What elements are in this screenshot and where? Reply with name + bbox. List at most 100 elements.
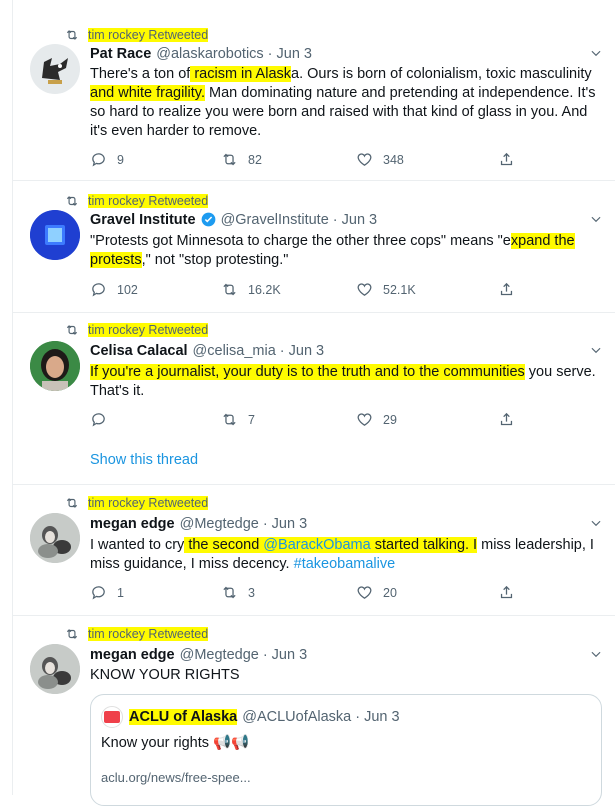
text-part: I wanted to cry bbox=[90, 537, 185, 553]
text-highlight: If you're a journalist, your duty is to … bbox=[90, 364, 525, 380]
mention-link[interactable]: @BarackObama bbox=[263, 537, 371, 553]
text-highlight: racism in Alask bbox=[190, 66, 292, 82]
display-name[interactable]: Pat Race bbox=[90, 46, 151, 62]
user-handle[interactable]: @celisa_mia bbox=[193, 343, 276, 359]
retweet-button[interactable]: 3 bbox=[221, 584, 255, 601]
tweet-celisa-calacal[interactable]: tim rockey Retweeted Celisa Calacal @cel… bbox=[13, 313, 615, 485]
text-part: "Protests got Minnesota to charge the ot… bbox=[90, 233, 511, 249]
display-name[interactable]: megan edge bbox=[90, 647, 175, 663]
retweet-count: 3 bbox=[248, 585, 255, 600]
timestamp[interactable]: Jun 3 bbox=[342, 212, 377, 228]
display-name[interactable]: Celisa Calacal bbox=[90, 343, 188, 359]
timestamp[interactable]: Jun 3 bbox=[277, 46, 312, 62]
tweet-pat-race[interactable]: tim rockey Retweeted Pat Race @alaskarob… bbox=[13, 12, 615, 181]
like-button[interactable]: 52.1K bbox=[356, 281, 416, 298]
user-handle[interactable]: @Megtedge bbox=[180, 516, 259, 532]
tweet-gravel-institute[interactable]: tim rockey Retweeted Gravel Institute @G… bbox=[13, 181, 615, 313]
tweet-actions: 9 82 348 bbox=[90, 151, 530, 169]
show-thread-link[interactable]: Show this thread bbox=[90, 452, 198, 468]
reply-button[interactable]: 1 bbox=[90, 584, 124, 601]
reply-icon bbox=[92, 413, 105, 427]
share-button[interactable] bbox=[498, 281, 525, 298]
tweet-header: megan edge @Megtedge · Jun 3 bbox=[90, 645, 311, 664]
retweet-indicator: tim rockey Retweeted bbox=[65, 625, 209, 642]
tweet-text: "Protests got Minnesota to charge the ot… bbox=[90, 232, 600, 270]
retweet-label[interactable]: tim rockey Retweeted bbox=[88, 626, 209, 641]
retweet-indicator: tim rockey Retweeted bbox=[65, 494, 209, 511]
reply-button[interactable]: 102 bbox=[90, 281, 138, 298]
caret-down-icon[interactable] bbox=[589, 647, 603, 661]
reply-icon bbox=[92, 283, 105, 297]
avatar[interactable] bbox=[30, 44, 80, 94]
like-button[interactable]: 29 bbox=[356, 411, 397, 428]
retweet-button[interactable]: 82 bbox=[221, 151, 262, 168]
tweet-text: There's a ton of racism in Alaska. Ours … bbox=[90, 65, 600, 141]
timestamp[interactable]: Jun 3 bbox=[272, 647, 307, 663]
quote-avatar[interactable] bbox=[101, 706, 123, 728]
hashtag-link[interactable]: #takeobamalive bbox=[294, 556, 396, 572]
tweet-megan-edge-1[interactable]: tim rockey Retweeted megan edge @Megtedg… bbox=[13, 485, 615, 616]
like-icon bbox=[357, 153, 372, 166]
tweet-actions: 7 29 bbox=[90, 411, 530, 429]
separator: · bbox=[267, 45, 273, 62]
like-button[interactable]: 348 bbox=[356, 151, 404, 168]
timeline-feed: tim rockey Retweeted Pat Race @alaskarob… bbox=[12, 0, 615, 806]
user-handle[interactable]: @GravelInstitute bbox=[221, 212, 329, 228]
avatar[interactable] bbox=[30, 210, 80, 260]
separator: · bbox=[279, 342, 285, 359]
quote-text: Know your rights 📢📢 bbox=[101, 735, 250, 751]
retweet-label[interactable]: tim rockey Retweeted bbox=[88, 322, 209, 337]
quote-handle[interactable]: @ACLUofAlaska bbox=[242, 709, 351, 725]
timestamp[interactable]: Jun 3 bbox=[272, 516, 307, 532]
display-name[interactable]: Gravel Institute bbox=[90, 212, 196, 228]
tweet-header: Pat Race @alaskarobotics · Jun 3 bbox=[90, 44, 316, 63]
like-button[interactable]: 20 bbox=[356, 584, 397, 601]
retweet-label[interactable]: tim rockey Retweeted bbox=[88, 495, 209, 510]
retweet-count: 82 bbox=[248, 152, 262, 167]
like-count: 348 bbox=[383, 152, 404, 167]
retweet-icon bbox=[223, 586, 236, 599]
like-icon bbox=[357, 283, 372, 296]
reply-button[interactable]: 9 bbox=[90, 151, 124, 168]
retweet-button[interactable]: 7 bbox=[221, 411, 255, 428]
separator: · bbox=[262, 515, 268, 532]
quote-display-name[interactable]: ACLU of Alaska bbox=[129, 709, 238, 725]
retweet-label[interactable]: tim rockey Retweeted bbox=[88, 27, 209, 42]
user-handle[interactable]: @alaskarobotics bbox=[156, 46, 263, 62]
retweet-indicator: tim rockey Retweeted bbox=[65, 321, 209, 338]
quoted-tweet[interactable]: ACLU of Alaska @ACLUofAlaska · Jun 3 Kno… bbox=[90, 694, 602, 806]
share-icon bbox=[500, 585, 513, 599]
quote-header: ACLU of Alaska @ACLUofAlaska · Jun 3 bbox=[101, 706, 400, 728]
caret-down-icon[interactable] bbox=[589, 516, 603, 530]
avatar[interactable] bbox=[30, 644, 80, 694]
avatar[interactable] bbox=[30, 341, 80, 391]
retweet-indicator: tim rockey Retweeted bbox=[65, 192, 209, 209]
share-button[interactable] bbox=[498, 411, 525, 428]
caret-down-icon[interactable] bbox=[589, 343, 603, 357]
like-count: 29 bbox=[383, 412, 397, 427]
verified-badge-icon bbox=[201, 212, 215, 227]
caret-down-icon[interactable] bbox=[589, 212, 603, 226]
tweet-actions: 1 3 20 bbox=[90, 584, 530, 602]
quote-link[interactable]: aclu.org/news/free-spee... bbox=[101, 770, 251, 785]
display-name[interactable]: megan edge bbox=[90, 516, 175, 532]
tweet-header: Celisa Calacal @celisa_mia · Jun 3 bbox=[90, 341, 328, 360]
retweet-label[interactable]: tim rockey Retweeted bbox=[88, 193, 209, 208]
share-button[interactable] bbox=[498, 584, 525, 601]
reply-button[interactable] bbox=[90, 411, 117, 428]
text-highlight: started talking. I bbox=[370, 537, 478, 553]
caret-down-icon[interactable] bbox=[589, 46, 603, 60]
retweet-button[interactable]: 16.2K bbox=[221, 281, 281, 298]
tweet-text: If you're a journalist, your duty is to … bbox=[90, 363, 600, 401]
retweet-icon bbox=[223, 413, 236, 426]
text-highlight: and white fragility. bbox=[90, 85, 205, 101]
tweet-header: megan edge @Megtedge · Jun 3 bbox=[90, 514, 311, 533]
tweet-megan-edge-2[interactable]: tim rockey Retweeted megan edge @Megtedg… bbox=[13, 616, 615, 806]
quote-timestamp[interactable]: Jun 3 bbox=[364, 709, 399, 725]
avatar[interactable] bbox=[30, 513, 80, 563]
user-handle[interactable]: @Megtedge bbox=[180, 647, 259, 663]
share-button[interactable] bbox=[498, 151, 525, 168]
text-part: KNOW YOUR RIGHTS bbox=[90, 667, 240, 683]
retweet-icon bbox=[223, 283, 236, 296]
timestamp[interactable]: Jun 3 bbox=[289, 343, 324, 359]
